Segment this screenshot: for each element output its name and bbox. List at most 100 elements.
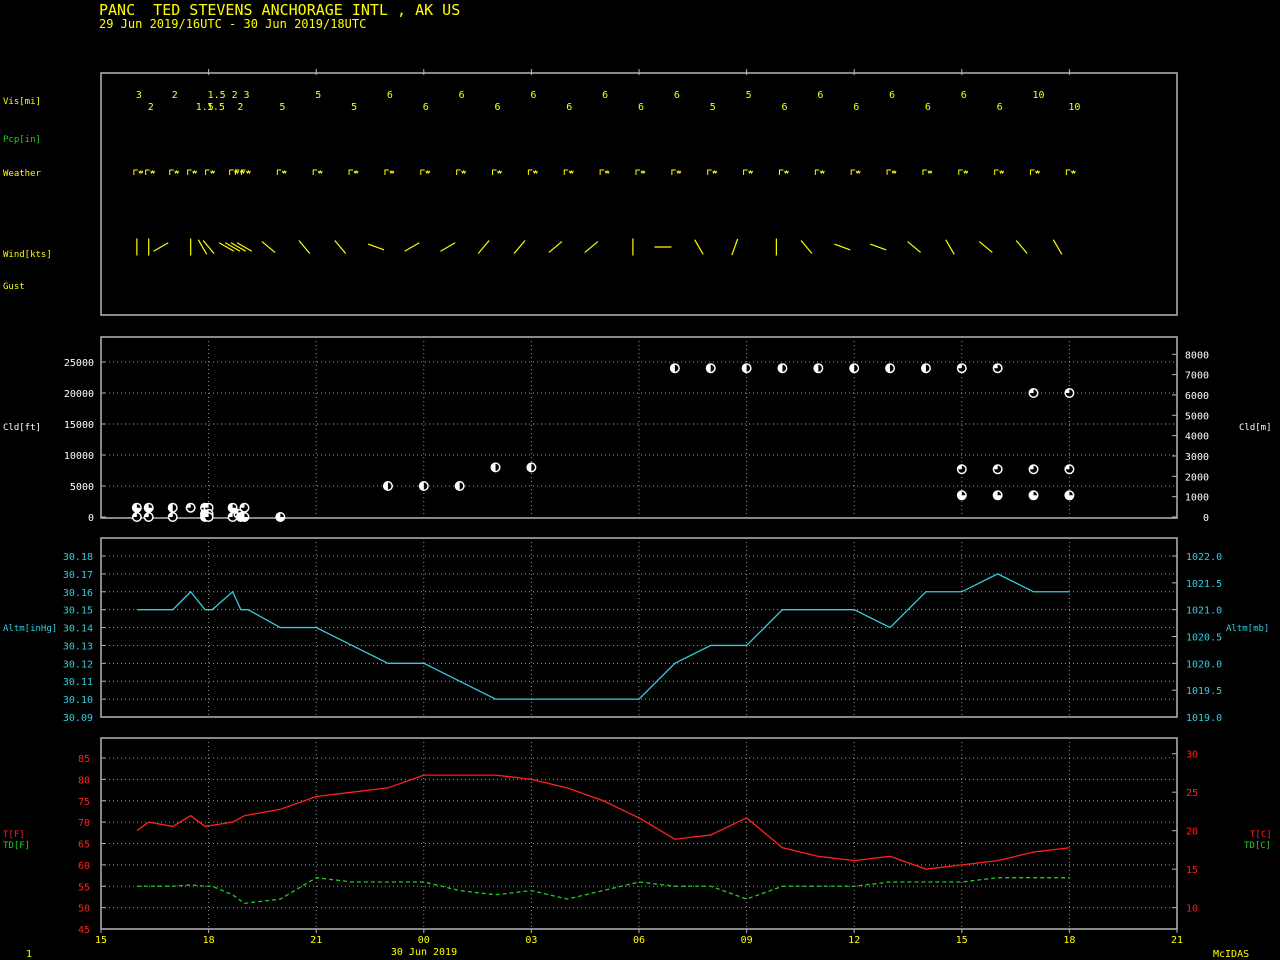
haze-weather-symbol	[456, 169, 467, 175]
visibility-value: 2	[172, 90, 178, 101]
pcp-row-label: Pcp[in]	[3, 135, 41, 145]
wind-barb	[404, 242, 420, 252]
haze-weather-symbol	[922, 169, 933, 175]
altimeter-inhg-tick-label: 30.15	[63, 606, 93, 617]
time-axis-tick-label: 18	[203, 935, 215, 946]
altimeter-inhg-tick-label: 30.17	[63, 570, 93, 581]
cloud-ft-axis-label: Cld[ft]	[3, 423, 41, 433]
cloud-ft-tick-label: 15000	[64, 420, 94, 431]
wind-barb	[834, 243, 851, 251]
visibility-value: 6	[997, 102, 1003, 113]
temperature-c-tick-label: 15	[1186, 865, 1198, 876]
cloud-ft-tick-label: 0	[88, 513, 94, 524]
haze-weather-symbol	[563, 169, 574, 175]
time-axis-tick-label: 21	[1171, 935, 1183, 946]
cloud-panel-frame	[100, 336, 1178, 519]
haze-weather-symbol	[778, 169, 789, 175]
visibility-value: 6	[925, 102, 931, 113]
visibility-value: 1.5	[207, 102, 225, 113]
wind-barb	[800, 240, 813, 254]
temperature-f-tick-label: 45	[78, 925, 90, 936]
haze-weather-symbol	[348, 169, 359, 175]
haze-weather-symbol	[707, 169, 718, 175]
haze-weather-symbol	[599, 169, 610, 175]
cloud-ft-tick-label: 5000	[70, 482, 94, 493]
visibility-value: 3	[243, 90, 249, 101]
wind-barb	[261, 241, 276, 253]
cloud-m-tick-label: 8000	[1185, 350, 1209, 361]
time-axis-tick-label: 21	[310, 935, 322, 946]
altimeter-mb-tick-label: 1021.5	[1186, 579, 1222, 590]
altimeter-inhg-tick-label: 30.12	[63, 659, 93, 670]
wind-barb	[513, 240, 526, 254]
visibility-value: 6	[566, 102, 572, 113]
visibility-value: 5	[746, 90, 752, 101]
visibility-value: 6	[853, 102, 859, 113]
cloud-ft-tick-label: 25000	[64, 358, 94, 369]
altimeter-mb-tick-label: 1022.0	[1186, 552, 1222, 563]
temperature-c-tick-label: 10	[1186, 904, 1198, 915]
haze-weather-symbol	[205, 169, 216, 175]
visibility-value: 3	[136, 90, 142, 101]
date-label: 30 Jun 2019	[391, 947, 457, 958]
altimeter-mb-tick-label: 1019.0	[1186, 713, 1222, 724]
time-axis-tick-label: 12	[848, 935, 860, 946]
wind-barb	[367, 243, 385, 251]
altimeter-inhg-tick-label: 30.18	[63, 552, 93, 563]
haze-weather-symbol	[133, 169, 144, 175]
haze-weather-symbol	[420, 169, 431, 175]
wind-barb	[153, 242, 169, 252]
vis-row-label: Vis[mi]	[3, 97, 41, 107]
temperature-f-tick-label: 65	[78, 840, 90, 851]
haze-weather-symbol	[384, 169, 395, 175]
wind-barb	[477, 240, 490, 254]
visibility-value: 5	[279, 102, 285, 113]
wind-barb	[907, 241, 921, 253]
temperature-f-tick-label: 75	[78, 797, 90, 808]
haze-weather-symbol	[994, 169, 1005, 175]
haze-weather-symbol	[850, 169, 861, 175]
dewpoint-c-axis-label: TD[C]	[1244, 841, 1271, 851]
haze-weather-symbol	[814, 169, 825, 175]
altimeter-inhg-axis-label: Altm[inHg]	[3, 624, 57, 634]
visibility-value: 6	[674, 90, 680, 101]
altimeter-inhg-tick-label: 30.16	[63, 588, 93, 599]
time-axis-tick-label: 03	[525, 935, 537, 946]
wind-barb	[978, 241, 993, 253]
wind-barb	[440, 242, 456, 252]
wind-barb	[197, 239, 208, 255]
cloud-m-tick-label: 4000	[1185, 432, 1209, 443]
cloud-m-tick-label: 7000	[1185, 371, 1209, 382]
visibility-value: 6	[817, 90, 823, 101]
visibility-value: 10	[1068, 102, 1080, 113]
visibility-value: 6	[602, 90, 608, 101]
temperature-c-tick-label: 20	[1186, 827, 1198, 838]
weather-row-label: Weather	[3, 169, 42, 179]
time-axis-tick-label: 06	[633, 935, 645, 946]
wind-barb	[584, 241, 599, 253]
wind-row-label: Wind[kts]	[3, 250, 52, 260]
visibility-value: 6	[459, 90, 465, 101]
visibility-value: 5	[315, 90, 321, 101]
temperature-f-tick-label: 60	[78, 861, 90, 872]
temperature-f-tick-label: 80	[78, 775, 90, 786]
cloud-m-tick-label: 6000	[1185, 391, 1209, 402]
haze-weather-symbol	[635, 169, 646, 175]
visibility-value: 6	[638, 102, 644, 113]
time-axis-tick-label: 15	[95, 935, 107, 946]
visibility-value: 2	[232, 90, 238, 101]
wind-barb	[548, 241, 563, 253]
altimeter-inhg-tick-label: 30.09	[63, 713, 93, 724]
haze-weather-symbol	[312, 169, 323, 175]
time-axis-tick-label: 18	[1063, 935, 1075, 946]
visibility-value: 1.5	[208, 90, 226, 101]
altimeter-mb-axis-label: Altm[mb]	[1226, 624, 1269, 634]
haze-weather-symbol	[1030, 169, 1040, 175]
cloud-m-tick-label: 0	[1203, 513, 1209, 524]
time-axis-tick-label: 15	[956, 935, 968, 946]
wind-barb	[298, 240, 311, 254]
visibility-value: 6	[387, 90, 393, 101]
haze-weather-symbol	[169, 169, 180, 175]
time-axis-tick-label: 09	[741, 935, 753, 946]
visibility-value: 5	[351, 102, 357, 113]
